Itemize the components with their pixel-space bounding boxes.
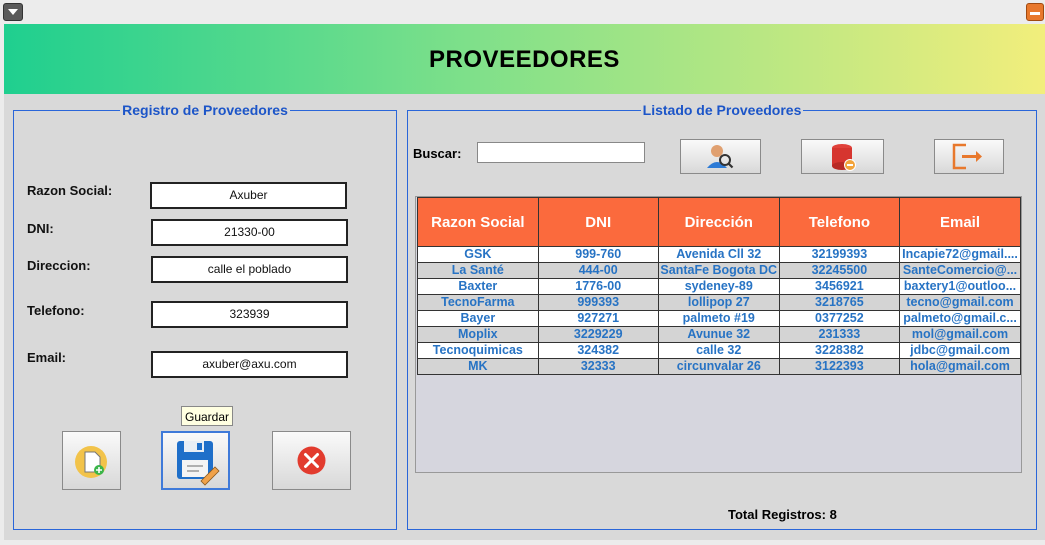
table-cell[interactable]: MK [417, 358, 539, 375]
table-cell[interactable]: TecnoFarma [417, 294, 539, 311]
table-cell[interactable]: baxtery1@outloo... [899, 278, 1021, 295]
table-cell[interactable]: 32199393 [778, 246, 901, 263]
floppy-save-icon [177, 441, 220, 486]
table-cell[interactable]: mol@gmail.com [899, 326, 1021, 343]
dni-label: DNI: [27, 221, 54, 236]
direccion-label: Direccion: [27, 258, 91, 273]
window-menu-icon[interactable] [3, 3, 23, 21]
table-row[interactable]: Moplix 3229229 Avunue 32 231333 mol@gmail.co… [417, 326, 1021, 343]
table-cell[interactable]: calle 32 [657, 342, 780, 359]
table-row[interactable]: Tecnoquimicas 324382 calle 32 3228382 jdbc@g… [417, 342, 1021, 359]
table-cell[interactable]: 0377252 [778, 310, 901, 327]
table-cell[interactable]: 927271 [537, 310, 659, 327]
table-cell[interactable]: tecno@gmail.com [899, 294, 1021, 311]
table-cell[interactable]: 999393 [537, 294, 659, 311]
telefono-label: Telefono: [27, 303, 85, 318]
table-cell[interactable]: hola@gmail.com [899, 358, 1021, 375]
email-label: Email: [27, 350, 67, 365]
table-cell[interactable]: circunvalar 26 [657, 358, 780, 375]
table-cell[interactable]: 1776-00 [537, 278, 659, 295]
telefono-field[interactable]: 323939 [151, 301, 348, 328]
table-row[interactable]: GSK 999-760 Avenida Cll 32 32199393 Incapie7… [417, 246, 1021, 263]
page-title: PROVEEDORES [429, 46, 620, 73]
table-cell[interactable]: Avenida Cll 32 [657, 246, 780, 263]
exit-door-icon [952, 143, 982, 170]
table-cell[interactable]: La Santé [417, 262, 539, 279]
email-field[interactable]: axuber@axu.com [151, 351, 348, 378]
table-cell[interactable]: 3228382 [778, 342, 901, 359]
table-cell[interactable]: 3218765 [778, 294, 901, 311]
table-cell[interactable]: SantaFe Bogota DC [657, 262, 780, 279]
table-cell[interactable]: Tecnoquimicas [417, 342, 539, 359]
header-banner: PROVEEDORES [4, 24, 1045, 94]
table-cell[interactable]: sydeney-89 [657, 278, 780, 295]
title-bar [0, 0, 1045, 23]
table-cell[interactable]: 3229229 [537, 326, 659, 343]
table-row[interactable]: MK 32333 circunvalar 26 3122393 hola@gmail.c… [417, 358, 1021, 375]
table-cell[interactable]: 32333 [537, 358, 659, 375]
column-header[interactable]: Dirección [657, 197, 780, 247]
database-delete-icon [832, 144, 856, 171]
cancel-button[interactable] [272, 431, 351, 490]
new-button[interactable] [62, 431, 121, 490]
table-cell[interactable]: 231333 [778, 326, 901, 343]
user-search-icon [707, 145, 734, 169]
table-cell[interactable]: palmeto #19 [657, 310, 780, 327]
exit-button[interactable] [934, 139, 1004, 174]
table-cell[interactable]: SanteComercio@... [899, 262, 1021, 279]
listado-legend: Listado de Proveedores [642, 102, 802, 118]
new-document-icon [75, 446, 107, 478]
table-cell[interactable]: Moplix [417, 326, 539, 343]
search-label: Buscar: [413, 146, 462, 161]
save-tooltip: Guardar [181, 406, 233, 426]
minimize-icon[interactable] [1026, 3, 1044, 21]
table-cell[interactable]: 444-00 [537, 262, 659, 279]
razon-social-field[interactable]: Axuber [150, 182, 347, 209]
dni-field[interactable]: 21330-00 [151, 219, 348, 246]
table-cell[interactable]: 324382 [537, 342, 659, 359]
table-header-row: Razon Social DNI Dirección Telefono Emai… [417, 197, 1021, 247]
razon-social-label: Razon Social: [27, 183, 113, 198]
search-input[interactable] [477, 142, 645, 163]
column-header[interactable]: DNI [537, 197, 659, 247]
table-cell[interactable]: GSK [417, 246, 539, 263]
delete-button[interactable] [801, 139, 884, 174]
table-cell[interactable]: lollipop 27 [657, 294, 780, 311]
table-cell[interactable]: Incapie72@gmail.... [899, 246, 1021, 263]
table-row[interactable]: TecnoFarma 999393 lollipop 27 3218765 tecno@… [417, 294, 1021, 311]
table-cell[interactable]: 3122393 [778, 358, 901, 375]
table-cell[interactable]: jdbc@gmail.com [899, 342, 1021, 359]
table-row[interactable]: La Santé 444-00 SantaFe Bogota DC 32245500 S… [417, 262, 1021, 279]
table-row[interactable]: Baxter 1776-00 sydeney-89 3456921 baxtery1@o… [417, 278, 1021, 295]
providers-table-area: Razon Social DNI Dirección Telefono Emai… [415, 196, 1022, 473]
search-button[interactable] [680, 139, 761, 174]
table-cell[interactable]: Bayer [417, 310, 539, 327]
table-cell[interactable]: Baxter [417, 278, 539, 295]
column-header[interactable]: Email [899, 197, 1021, 247]
table-cell[interactable]: Avunue 32 [657, 326, 780, 343]
table-cell[interactable]: 32245500 [778, 262, 901, 279]
column-header[interactable]: Razon Social [417, 197, 539, 247]
save-button[interactable] [161, 431, 230, 490]
total-records: Total Registros: 8 [728, 507, 837, 522]
column-header[interactable]: Telefono [778, 197, 901, 247]
direccion-field[interactable]: calle el poblado [151, 256, 348, 283]
table-cell[interactable]: palmeto@gmail.c... [899, 310, 1021, 327]
providers-table: Razon Social DNI Dirección Telefono Emai… [417, 197, 1021, 375]
table-body: GSK 999-760 Avenida Cll 32 32199393 Incapie7… [417, 246, 1021, 375]
table-row[interactable]: Bayer 927271 palmeto #19 0377252 palmeto@gma… [417, 310, 1021, 327]
table-cell[interactable]: 999-760 [537, 246, 659, 263]
registro-legend: Registro de Proveedores [122, 102, 288, 118]
table-cell[interactable]: 3456921 [778, 278, 901, 295]
red-x-icon [297, 446, 326, 475]
